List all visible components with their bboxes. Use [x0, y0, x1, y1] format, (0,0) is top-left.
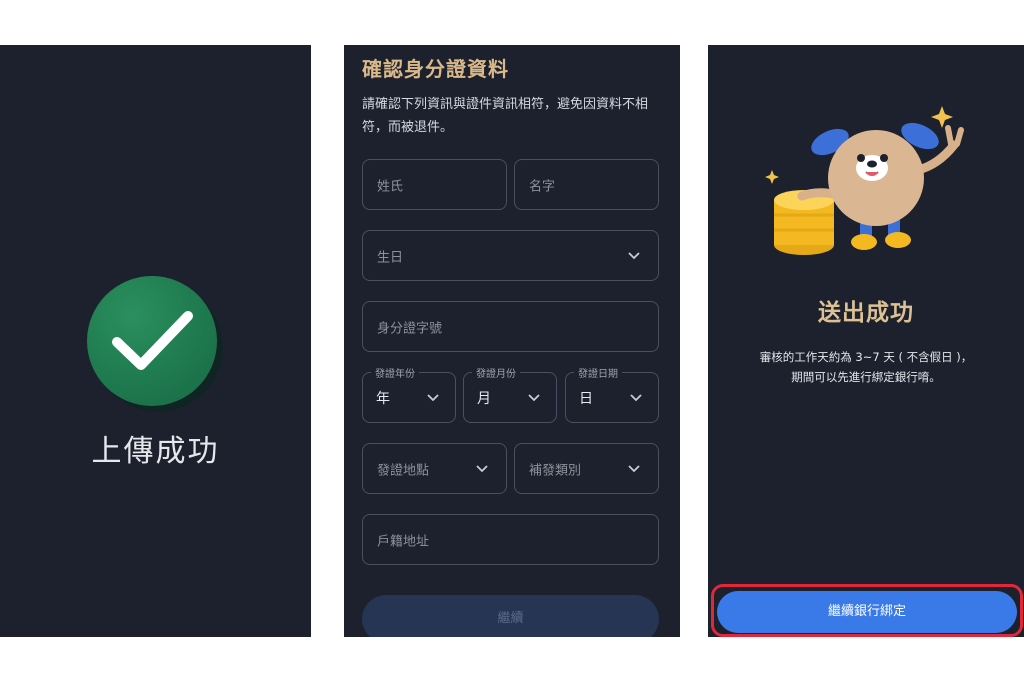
success-desc-line1: 審核的工作天約為 3~7 天 ( 不含假日 )， — [759, 350, 973, 364]
id-number-placeholder: 身分證字號 — [377, 321, 443, 336]
chevron-down-icon — [628, 464, 640, 472]
highlight-frame: 繼續銀行綁定 — [711, 584, 1023, 637]
issue-year-legend: 發證年份 — [371, 365, 419, 380]
submit-success-screen: 送出成功 審核的工作天約為 3~7 天 ( 不含假日 )， 期間可以先進行綁定銀… — [708, 45, 1024, 637]
success-title: 送出成功 — [818, 300, 914, 326]
id-number-input[interactable]: 身分證字號 — [362, 301, 659, 352]
issue-year-value: 年 — [376, 390, 390, 407]
form-title: 確認身分證資料 — [362, 57, 509, 81]
issue-month-legend: 發證月份 — [472, 365, 520, 380]
issue-place-select[interactable]: 發證地點 — [362, 443, 507, 494]
issue-type-select[interactable]: 補發類別 — [514, 443, 659, 494]
issue-day-select[interactable]: 發證日期 日 — [565, 365, 659, 423]
first-name-placeholder: 名字 — [529, 179, 556, 194]
issue-month-value: 月 — [477, 390, 491, 407]
mascot-illustration — [765, 106, 964, 255]
birthday-placeholder: 生日 — [377, 250, 404, 265]
form-description: 請確認下列資訊與證件資訊相符，避免因資料不相符，而被退件。 — [362, 97, 649, 135]
chevron-down-icon — [630, 393, 642, 401]
issue-month-select[interactable]: 發證月份 月 — [463, 365, 557, 423]
household-address-placeholder: 戶籍地址 — [377, 534, 430, 549]
chevron-down-icon — [476, 464, 488, 472]
issue-day-value: 日 — [579, 390, 593, 407]
upload-success-screen: 上傳成功 — [0, 45, 311, 637]
issue-place-placeholder: 發證地點 — [377, 463, 430, 478]
sparkle-icon — [765, 170, 779, 184]
chevron-down-icon — [427, 393, 439, 401]
success-check-icon — [87, 276, 217, 406]
household-address-input[interactable]: 戶籍地址 — [362, 514, 659, 565]
id-confirm-form-screen: 確認身分證資料 請確認下列資訊與證件資訊相符，避免因資料不相符，而被退件。 姓氏… — [344, 45, 680, 637]
success-desc-line2: 期間可以先進行綁定銀行唷。 — [791, 370, 941, 384]
last-name-input[interactable]: 姓氏 — [362, 159, 507, 210]
first-name-input[interactable]: 名字 — [514, 159, 659, 210]
issue-year-select[interactable]: 發證年份 年 — [362, 365, 456, 423]
sparkle-icon — [931, 106, 953, 128]
chevron-down-icon — [628, 251, 640, 259]
issue-type-placeholder: 補發類別 — [529, 463, 582, 478]
submit-button[interactable]: 繼續 — [362, 595, 659, 637]
upload-status-text: 上傳成功 — [91, 434, 220, 469]
issue-day-legend: 發證日期 — [574, 365, 622, 380]
success-description: 審核的工作天約為 3~7 天 ( 不含假日 )， 期間可以先進行綁定銀行唷。 — [708, 347, 1024, 387]
continue-bank-binding-button[interactable]: 繼續銀行綁定 — [717, 591, 1017, 633]
chevron-down-icon — [528, 393, 540, 401]
last-name-placeholder: 姓氏 — [377, 179, 404, 194]
birthday-select[interactable]: 生日 — [362, 230, 659, 281]
